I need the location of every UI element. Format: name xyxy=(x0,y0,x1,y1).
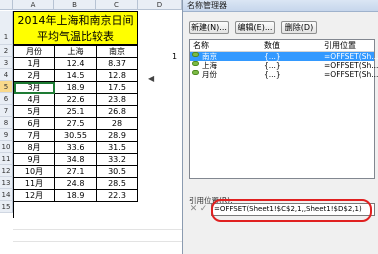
range-name-icon xyxy=(192,52,199,57)
table-cell[interactable]: 6月 xyxy=(14,118,55,130)
table-cell[interactable]: 5月 xyxy=(14,106,55,118)
name-refers-to: =OFFSET(Sh... xyxy=(324,61,378,70)
temperature-table: 月份 上海 南京 1月 12.4 8.37 2月 14.5 12.8 3月 18.9 17.5 4月 22… xyxy=(13,45,138,218)
row-header-4[interactable]: 4 xyxy=(0,69,13,81)
name-value: {...} xyxy=(264,61,281,70)
column-refers-header[interactable]: 引用位置 xyxy=(324,40,356,52)
table-cell[interactable]: 27.5 xyxy=(55,118,97,130)
column-header-c[interactable]: C xyxy=(96,0,138,10)
name-value: {...} xyxy=(264,52,281,61)
table-cell[interactable]: 7月 xyxy=(14,130,55,142)
table-header-cell[interactable]: 上海 xyxy=(55,46,97,58)
select-all-corner[interactable] xyxy=(0,0,13,10)
range-name-icon xyxy=(192,61,199,66)
table-cell[interactable]: 14.5 xyxy=(55,70,97,82)
name-label: 上海 xyxy=(202,61,217,70)
gridline xyxy=(13,241,182,242)
table-cell[interactable]: 28 xyxy=(97,118,138,130)
table-cell[interactable]: 17.5 xyxy=(97,82,138,94)
row-header-12[interactable]: 12 xyxy=(0,165,13,177)
row-header-2[interactable]: 2 xyxy=(0,45,13,57)
name-label: 南京 xyxy=(202,52,217,61)
name-row-month[interactable]: 月份 {...} =OFFSET(Sh... xyxy=(190,70,378,79)
column-header-d[interactable]: D xyxy=(138,0,182,10)
spreadsheet: A B C D 1 2 3 4 5 6 7 8 9 10 11 12 13 14… xyxy=(0,0,182,254)
column-header-b[interactable]: B xyxy=(54,0,96,10)
table-title-line2: 平均气温比较表 xyxy=(37,30,114,43)
table-title-line1: 2014年上海和南京日间 xyxy=(17,14,134,27)
table-cell[interactable]: 22.6 xyxy=(55,94,97,106)
table-title-cell[interactable]: 2014年上海和南京日间 平均气温比较表 xyxy=(13,11,138,45)
cancel-edit-icon[interactable]: ✕ xyxy=(189,203,198,216)
row-header-7[interactable]: 7 xyxy=(0,105,13,117)
table-cell[interactable]: 10月 xyxy=(14,166,55,178)
table-cell[interactable]: 18.9 xyxy=(55,190,97,202)
names-list[interactable]: 名称 数值 引用位置 南京 {...} =OFFSET(Sh... 上海 {..… xyxy=(189,39,378,179)
table-cell[interactable]: 4月 xyxy=(14,94,55,106)
highlight-annotation xyxy=(211,199,372,222)
table-cell[interactable]: 30.5 xyxy=(97,166,138,178)
row-header-15[interactable]: 15 xyxy=(0,201,13,213)
table-cell[interactable]: 31.5 xyxy=(97,142,138,154)
names-list-header: 名称 数值 引用位置 xyxy=(190,40,374,52)
table-cell[interactable]: 12.8 xyxy=(97,70,138,82)
table-cell[interactable]: 28.5 xyxy=(97,178,138,190)
row-header-6[interactable]: 6 xyxy=(0,93,13,105)
table-cell[interactable]: 34.8 xyxy=(55,154,97,166)
row-header-11[interactable]: 11 xyxy=(0,153,13,165)
name-row-nanjing[interactable]: 南京 {...} =OFFSET(Sh... xyxy=(190,52,378,61)
table-cell[interactable]: 28.9 xyxy=(97,130,138,142)
table-cell[interactable]: 33.6 xyxy=(55,142,97,154)
name-value: {...} xyxy=(264,70,281,79)
new-name-button[interactable]: 新建(N)... xyxy=(189,21,229,34)
row-header-9[interactable]: 9 xyxy=(0,129,13,141)
table-cell[interactable]: 24.8 xyxy=(55,178,97,190)
table-cell[interactable]: 12.4 xyxy=(55,58,97,70)
range-name-icon xyxy=(192,70,199,75)
table-cell[interactable]: 18.9 xyxy=(55,82,97,94)
table-cell[interactable]: 8.37 xyxy=(97,58,138,70)
scroll-left-arrow-icon[interactable]: ◀ xyxy=(148,74,154,83)
row-header-8[interactable]: 8 xyxy=(0,117,13,129)
table-cell[interactable]: 12月 xyxy=(14,190,55,202)
column-value-header[interactable]: 数值 xyxy=(264,40,280,52)
row-header-13[interactable]: 13 xyxy=(0,177,13,189)
row-header-1[interactable]: 1 xyxy=(0,11,13,45)
table-cell[interactable]: 25.1 xyxy=(55,106,97,118)
table-cell[interactable]: 22.3 xyxy=(97,190,138,202)
dialog-title: 名称管理器 xyxy=(183,0,378,12)
column-header-a[interactable]: A xyxy=(13,0,54,10)
name-refers-to: =OFFSET(Sh... xyxy=(324,70,378,79)
table-cell[interactable]: 1月 xyxy=(14,58,55,70)
table-header-cell[interactable]: 南京 xyxy=(97,46,138,58)
delete-name-button[interactable]: 删除(D) xyxy=(281,21,317,34)
row-header-10[interactable]: 10 xyxy=(0,141,13,153)
table-cell[interactable]: 11月 xyxy=(14,178,55,190)
table-header-cell[interactable]: 月份 xyxy=(14,46,55,58)
table-cell[interactable]: 3月 xyxy=(14,82,55,94)
table-cell[interactable]: 8月 xyxy=(14,142,55,154)
table-cell[interactable]: 30.55 xyxy=(55,130,97,142)
confirm-edit-icon[interactable]: ✓ xyxy=(199,203,208,216)
table-cell[interactable]: 33.2 xyxy=(97,154,138,166)
side-row-number: 1 xyxy=(172,52,178,61)
column-name-header[interactable]: 名称 xyxy=(193,40,209,52)
table-cell[interactable]: 23.8 xyxy=(97,94,138,106)
table-cell[interactable]: 26.8 xyxy=(97,106,138,118)
row-header-5[interactable]: 5 xyxy=(0,81,13,93)
gridline xyxy=(13,229,182,230)
table-cell[interactable]: 27.1 xyxy=(55,166,97,178)
table-cell[interactable]: 2月 xyxy=(14,70,55,82)
table-cell[interactable]: 9月 xyxy=(14,154,55,166)
row-header-3[interactable]: 3 xyxy=(0,57,13,69)
name-refers-to: =OFFSET(Sh... xyxy=(324,52,378,61)
name-label: 月份 xyxy=(202,70,217,79)
edit-name-button[interactable]: 编辑(E)... xyxy=(235,21,275,34)
row-header-14[interactable]: 14 xyxy=(0,189,13,201)
name-row-shanghai[interactable]: 上海 {...} =OFFSET(Sh... xyxy=(190,61,378,70)
